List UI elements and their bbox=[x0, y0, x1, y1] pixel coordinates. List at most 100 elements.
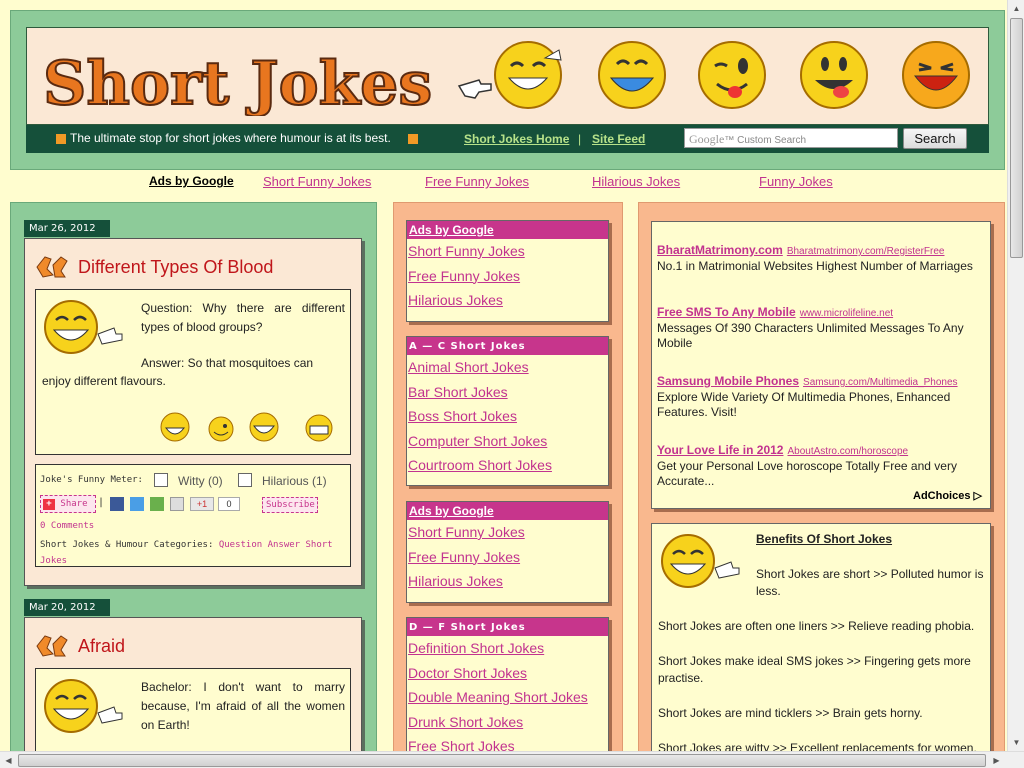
share-label: Share bbox=[60, 499, 88, 509]
ad-title[interactable]: Free SMS To Any Mobile bbox=[657, 305, 796, 319]
ad-description: No.1 in Matrimonial Websites Highest Num… bbox=[657, 259, 973, 273]
post-title[interactable]: Afraid bbox=[78, 636, 125, 657]
post: Different Types Of Blood Question: Why t… bbox=[24, 238, 362, 586]
google-icon[interactable] bbox=[150, 497, 164, 511]
categories-column: Ads by Google Short Funny Jokes Free Fun… bbox=[393, 202, 623, 763]
email-icon[interactable] bbox=[170, 497, 184, 511]
sidebar-box-header: D — F Short Jokes bbox=[407, 618, 608, 636]
sidebar-box-header[interactable]: Ads by Google bbox=[407, 502, 608, 520]
sidebar-link[interactable]: Free Funny Jokes bbox=[407, 264, 608, 289]
adchoices-icon: ▷ bbox=[973, 490, 982, 502]
sidebar-link[interactable]: Computer Short Jokes bbox=[407, 429, 608, 454]
sidebar-link[interactable]: Double Meaning Short Jokes bbox=[407, 685, 608, 710]
text-ad: BharatMatrimony.com Bharatmatrimony.com/R… bbox=[657, 243, 987, 274]
benefits-title: Benefits Of Short Jokes bbox=[756, 532, 893, 546]
horizontal-scrollbar[interactable]: ◀ ▶ bbox=[0, 751, 1024, 768]
ad-title[interactable]: Samsung Mobile Phones bbox=[657, 374, 799, 388]
laughing-face-icon bbox=[44, 679, 123, 733]
benefit-item: Short Jokes are often one liners >> Reli… bbox=[658, 619, 975, 633]
post: Afraid Bachelor: I don't want to marry b… bbox=[24, 617, 362, 768]
scroll-up-icon[interactable]: ▲ bbox=[1008, 0, 1024, 17]
rofl-face-icon bbox=[249, 412, 279, 442]
text-ad: Your Love Life in 2012 AboutAstro.com/hor… bbox=[657, 443, 987, 489]
tagline: The ultimate stop for short jokes where … bbox=[70, 131, 391, 145]
hilarious-label: Hilarious (1) bbox=[262, 474, 327, 488]
joke-box: Question: Why there are different types … bbox=[35, 289, 351, 455]
vertical-scrollbar[interactable]: ▲ ▼ bbox=[1007, 0, 1024, 751]
ad-link[interactable]: Hilarious Jokes bbox=[592, 174, 680, 189]
ads-by-google-label[interactable]: Ads by Google bbox=[149, 174, 234, 188]
post-title[interactable]: Different Types Of Blood bbox=[78, 257, 273, 278]
big-grin-face-icon bbox=[305, 414, 333, 442]
site-logo[interactable]: Short Jokes bbox=[39, 46, 439, 116]
search-button[interactable]: Search bbox=[903, 128, 967, 149]
sidebar-link[interactable]: Short Funny Jokes bbox=[407, 520, 608, 545]
tongue-face-icon bbox=[800, 41, 868, 109]
scroll-right-icon[interactable]: ▶ bbox=[988, 752, 1005, 768]
post-date: Mar 20, 2012 bbox=[24, 599, 110, 616]
categories-line: Short Jokes & Humour Categories: Questio… bbox=[40, 537, 346, 569]
sidebar-link[interactable]: Animal Short Jokes bbox=[407, 355, 608, 380]
adchoices-link[interactable]: AdChoices ▷ bbox=[913, 489, 982, 502]
benefit-item: Short Jokes make ideal SMS jokes >> Fing… bbox=[658, 654, 971, 685]
sidebar-link[interactable]: Hilarious Jokes bbox=[407, 569, 608, 594]
laughing-face-icon bbox=[160, 412, 190, 442]
sidebar-link[interactable]: Bar Short Jokes bbox=[407, 380, 608, 405]
ad-title[interactable]: BharatMatrimony.com bbox=[657, 243, 783, 257]
sidebar-link[interactable]: Free Funny Jokes bbox=[407, 545, 608, 570]
ad-link[interactable]: Free Funny Jokes bbox=[425, 174, 529, 189]
subscribe-button[interactable]: Subscribe bbox=[262, 497, 318, 513]
ad-url[interactable]: Bharatmatrimony.com/RegisterFree bbox=[787, 246, 945, 257]
scroll-down-icon[interactable]: ▼ bbox=[1008, 734, 1024, 751]
clapping-hands-icon bbox=[36, 256, 68, 278]
sidebar-link[interactable]: Short Funny Jokes bbox=[407, 239, 608, 264]
categories-label: Short Jokes & Humour Categories: bbox=[40, 540, 214, 550]
laughing-face-icon bbox=[661, 534, 740, 588]
twitter-icon[interactable] bbox=[130, 497, 144, 511]
header-navbar: The ultimate stop for short jokes where … bbox=[26, 125, 989, 153]
sidebar-box: D — F Short Jokes Definition Short Jokes… bbox=[406, 617, 609, 763]
joke-answer-cont: enjoy different flavours. bbox=[42, 374, 166, 388]
text-ads-box: BharatMatrimony.com Bharatmatrimony.com/R… bbox=[651, 221, 991, 509]
scroll-left-icon[interactable]: ◀ bbox=[0, 752, 17, 768]
search-input[interactable]: Google™ Custom Search bbox=[684, 128, 898, 148]
ad-title[interactable]: Your Love Life in 2012 bbox=[657, 443, 783, 457]
horizontal-scroll-thumb[interactable] bbox=[18, 754, 986, 767]
clapping-hands-icon bbox=[36, 635, 68, 657]
laughing-face-icon bbox=[494, 41, 562, 109]
nav-home-link[interactable]: Short Jokes Home bbox=[464, 132, 569, 146]
text-ad: Samsung Mobile Phones Samsung.com/Multime… bbox=[657, 374, 987, 420]
sidebar-link[interactable]: Drunk Short Jokes bbox=[407, 710, 608, 735]
sidebar-link[interactable]: Definition Short Jokes bbox=[407, 636, 608, 661]
sidebar-link[interactable]: Courtroom Short Jokes bbox=[407, 453, 608, 478]
grinning-face-icon bbox=[598, 41, 666, 109]
vertical-scroll-thumb[interactable] bbox=[1010, 18, 1023, 258]
sidebar-link[interactable]: Hilarious Jokes bbox=[407, 288, 608, 313]
ad-link[interactable]: Funny Jokes bbox=[759, 174, 833, 189]
ad-url[interactable]: AboutAstro.com/horoscope bbox=[787, 446, 908, 457]
sidebar-box-header: A — C Short Jokes bbox=[407, 337, 608, 355]
sidebar-box-header[interactable]: Ads by Google bbox=[407, 221, 608, 239]
ad-links-row: Ads by Google Short Funny Jokes Free Fun… bbox=[0, 174, 1010, 192]
hilarious-checkbox[interactable] bbox=[238, 473, 252, 487]
sidebar-link[interactable]: Boss Short Jokes bbox=[407, 404, 608, 429]
adchoices-label: AdChoices bbox=[913, 490, 971, 502]
ads-column: BharatMatrimony.com Bharatmatrimony.com/R… bbox=[638, 202, 1005, 763]
ad-link[interactable]: Short Funny Jokes bbox=[263, 174, 371, 189]
pointing-hand-icon bbox=[457, 79, 492, 99]
banner: Short Jokes bbox=[26, 27, 989, 125]
header: Short Jokes The ultimate stop for short … bbox=[10, 10, 1005, 170]
ad-url[interactable]: www.microlifeline.net bbox=[800, 308, 893, 319]
sidebar-link[interactable]: Doctor Short Jokes bbox=[407, 661, 608, 686]
laughing-face-icon bbox=[902, 41, 970, 109]
funny-meter-label: Joke's Funny Meter: bbox=[40, 475, 143, 485]
benefit-item: Short Jokes are mind ticklers >> Brain g… bbox=[658, 706, 923, 720]
witty-checkbox[interactable] bbox=[154, 473, 168, 487]
ad-description: Get your Personal Love horoscope Totally… bbox=[657, 459, 957, 488]
nav-feed-link[interactable]: Site Feed bbox=[592, 132, 645, 146]
ad-url[interactable]: Samsung.com/Multimedia_Phones bbox=[803, 377, 958, 388]
share-button[interactable]: + Share bbox=[40, 495, 96, 513]
plus-one-button[interactable]: +1 bbox=[190, 497, 214, 511]
facebook-icon[interactable] bbox=[110, 497, 124, 511]
comments-link[interactable]: 0 Comments bbox=[40, 521, 94, 531]
